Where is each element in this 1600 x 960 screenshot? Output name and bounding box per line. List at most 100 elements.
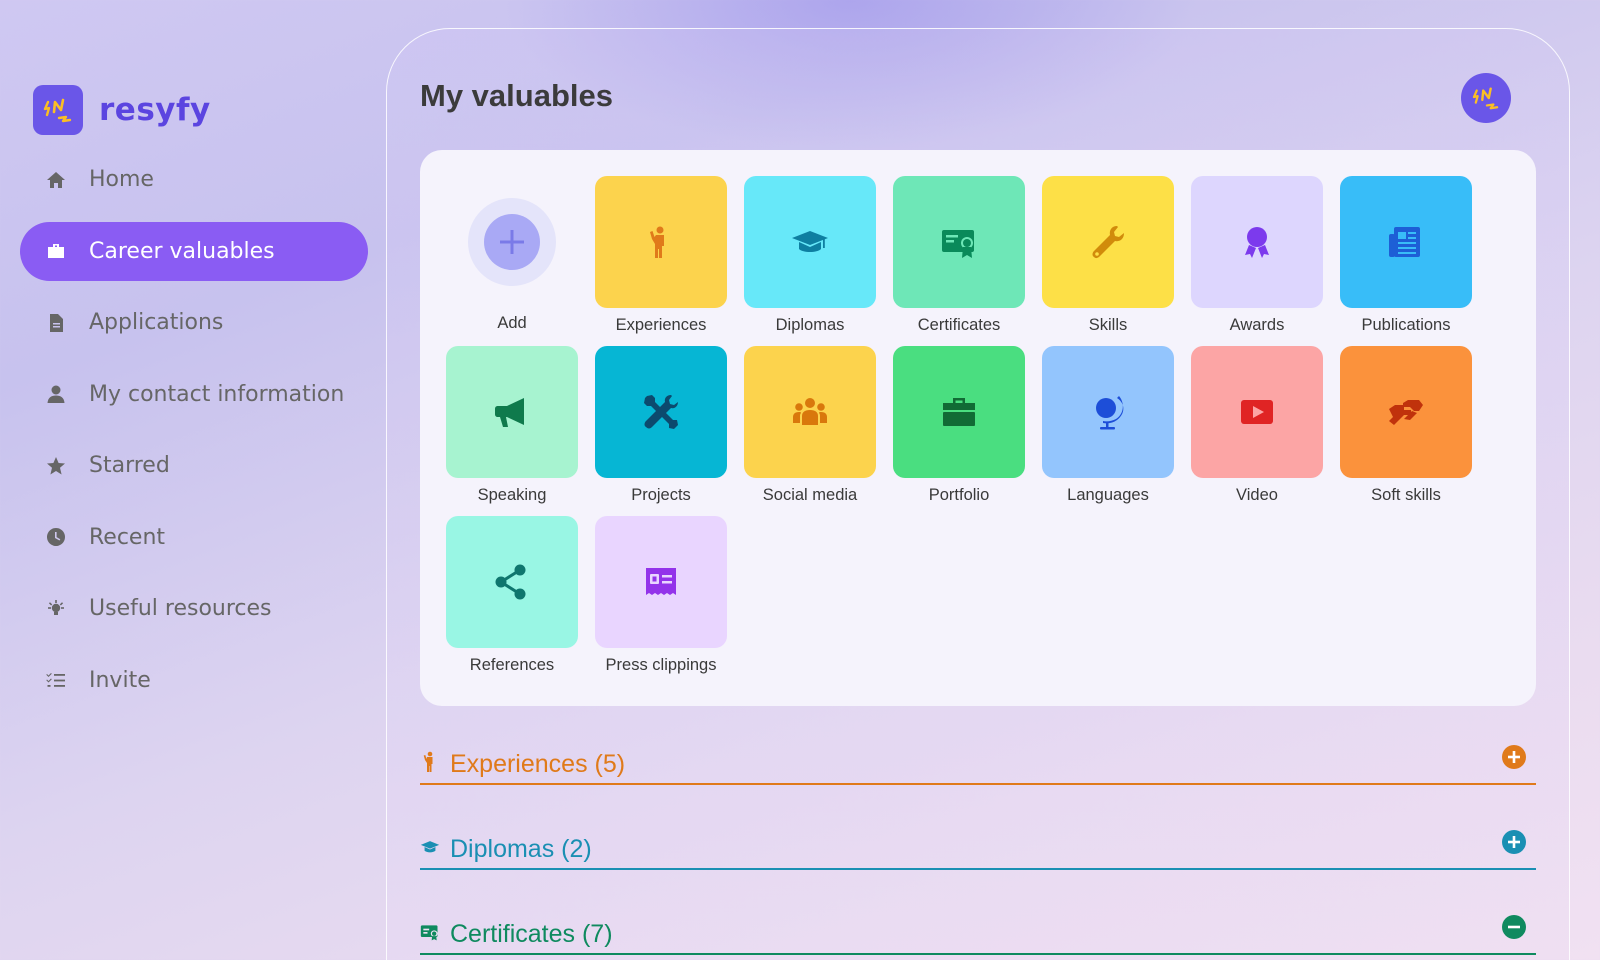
tile-box <box>1042 346 1174 478</box>
tile-diplomas[interactable]: Diplomas <box>744 176 876 344</box>
tile-label: References <box>469 656 555 674</box>
graduation-cap-icon <box>792 231 828 252</box>
tile-languages[interactable]: Languages <box>1042 346 1174 514</box>
tile-portfolio[interactable]: Portfolio <box>893 346 1025 514</box>
sidebar-item-label: Home <box>89 167 154 192</box>
briefcase-icon <box>943 398 975 426</box>
section-experiences[interactable]: Experiences (5) <box>420 745 1536 785</box>
tile-label: Awards <box>1229 316 1285 334</box>
tile-certificates[interactable]: Certificates <box>893 176 1025 344</box>
valuables-grid: Add Experiences Diplomas Certificates Sk… <box>420 150 1536 706</box>
certificate-icon <box>420 921 440 947</box>
user-icon <box>45 383 67 405</box>
sidebar-item-label: Career valuables <box>89 238 275 264</box>
section-title: Diplomas (2) <box>450 834 592 863</box>
tile-label: Projects <box>631 486 691 504</box>
section-title: Experiences (5) <box>450 749 626 778</box>
add-valuable-button[interactable]: Add <box>446 176 578 344</box>
sidebar: resyfy Home Career valuables Application… <box>0 0 385 960</box>
sidebar-nav: Home Career valuables Applications My co… <box>20 150 368 722</box>
tile-box <box>1191 176 1323 308</box>
tile-label: Soft skills <box>1371 486 1441 504</box>
person-icon <box>420 751 440 777</box>
lightning-logo-icon <box>1472 87 1499 110</box>
megaphone-icon <box>495 398 524 427</box>
tile-box <box>893 346 1025 478</box>
sidebar-item-recent[interactable]: Recent <box>20 508 368 567</box>
sidebar-item-career-valuables[interactable]: Career valuables <box>20 221 368 281</box>
tile-experiences[interactable]: Experiences <box>595 176 727 344</box>
brand[interactable]: resyfy <box>33 85 211 135</box>
plus-icon <box>1508 836 1520 848</box>
section-diplomas[interactable]: Diplomas (2) <box>420 830 1536 870</box>
tile-box <box>595 346 727 478</box>
tile-label: Social media <box>762 486 858 504</box>
checklist-icon <box>45 669 67 691</box>
section-divider <box>420 868 1536 870</box>
tile-references[interactable]: References <box>446 516 578 684</box>
tile-label: Experiences <box>615 316 707 334</box>
sidebar-item-label: Invite <box>89 667 151 693</box>
tile-speaking[interactable]: Speaking <box>446 346 578 514</box>
home-icon <box>45 169 67 191</box>
tile-awards[interactable]: Awards <box>1191 176 1323 344</box>
tile-video[interactable]: Video <box>1191 346 1323 514</box>
expand-button[interactable] <box>1502 745 1526 769</box>
expand-button[interactable] <box>1502 830 1526 854</box>
section-header: Experiences (5) <box>420 745 1536 783</box>
briefcase-icon <box>45 240 67 262</box>
sidebar-item-starred[interactable]: Starred <box>20 436 368 495</box>
lightbulb-icon <box>45 598 67 620</box>
tile-box <box>1340 346 1472 478</box>
section-divider <box>420 783 1536 785</box>
tile-box <box>744 176 876 308</box>
newspaper-icon <box>1389 227 1420 257</box>
tile-social-media[interactable]: Social media <box>744 346 876 514</box>
person-icon <box>650 226 664 258</box>
section-certificates[interactable]: Certificates (7) <box>420 915 1536 955</box>
tile-press-clippings[interactable]: Press clippings <box>595 516 727 684</box>
document-icon <box>45 312 67 334</box>
tile-label: Skills <box>1088 316 1128 334</box>
plus-icon <box>484 214 540 270</box>
sidebar-item-label: Recent <box>89 524 166 550</box>
lightning-logo-icon <box>43 98 72 123</box>
graduation-cap-icon <box>420 836 440 862</box>
tile-skills[interactable]: Skills <box>1042 176 1174 344</box>
collapse-button[interactable] <box>1502 915 1526 939</box>
tile-label: Speaking <box>477 486 547 504</box>
sidebar-item-label: Useful resources <box>89 596 272 621</box>
video-icon <box>1241 400 1273 424</box>
brand-logo <box>33 85 83 135</box>
sidebar-item-label: Applications <box>89 310 224 335</box>
sidebar-item-home[interactable]: Home <box>20 150 368 209</box>
tile-box <box>595 176 727 308</box>
brand-name: resyfy <box>99 92 211 128</box>
sidebar-item-label: My contact information <box>89 381 345 407</box>
section-title: Certificates (7) <box>450 919 613 948</box>
tile-box <box>1191 346 1323 478</box>
clock-icon <box>45 526 67 548</box>
tile-soft-skills[interactable]: Soft skills <box>1340 346 1472 514</box>
sidebar-item-contact-information[interactable]: My contact information <box>20 365 368 424</box>
tile-box <box>595 516 727 648</box>
handshake-icon <box>1389 400 1423 425</box>
star-icon <box>45 455 67 477</box>
tile-box <box>1042 176 1174 308</box>
certificate-icon <box>942 230 974 258</box>
globe-icon <box>1096 396 1124 430</box>
minus-icon <box>1508 925 1520 929</box>
tile-projects[interactable]: Projects <box>595 346 727 514</box>
tile-publications[interactable]: Publications <box>1340 176 1472 344</box>
sidebar-item-useful-resources[interactable]: Useful resources <box>20 579 368 638</box>
sidebar-item-invite[interactable]: Invite <box>20 651 368 710</box>
tools-icon <box>644 395 678 429</box>
press-icon <box>646 568 676 595</box>
wrench-icon <box>1092 226 1124 259</box>
tile-label: Languages <box>1067 486 1149 504</box>
tile-box <box>1340 176 1472 308</box>
avatar[interactable] <box>1461 73 1511 123</box>
tile-box <box>893 176 1025 308</box>
tile-label: Publications <box>1361 316 1451 334</box>
sidebar-item-applications[interactable]: Applications <box>20 293 368 352</box>
